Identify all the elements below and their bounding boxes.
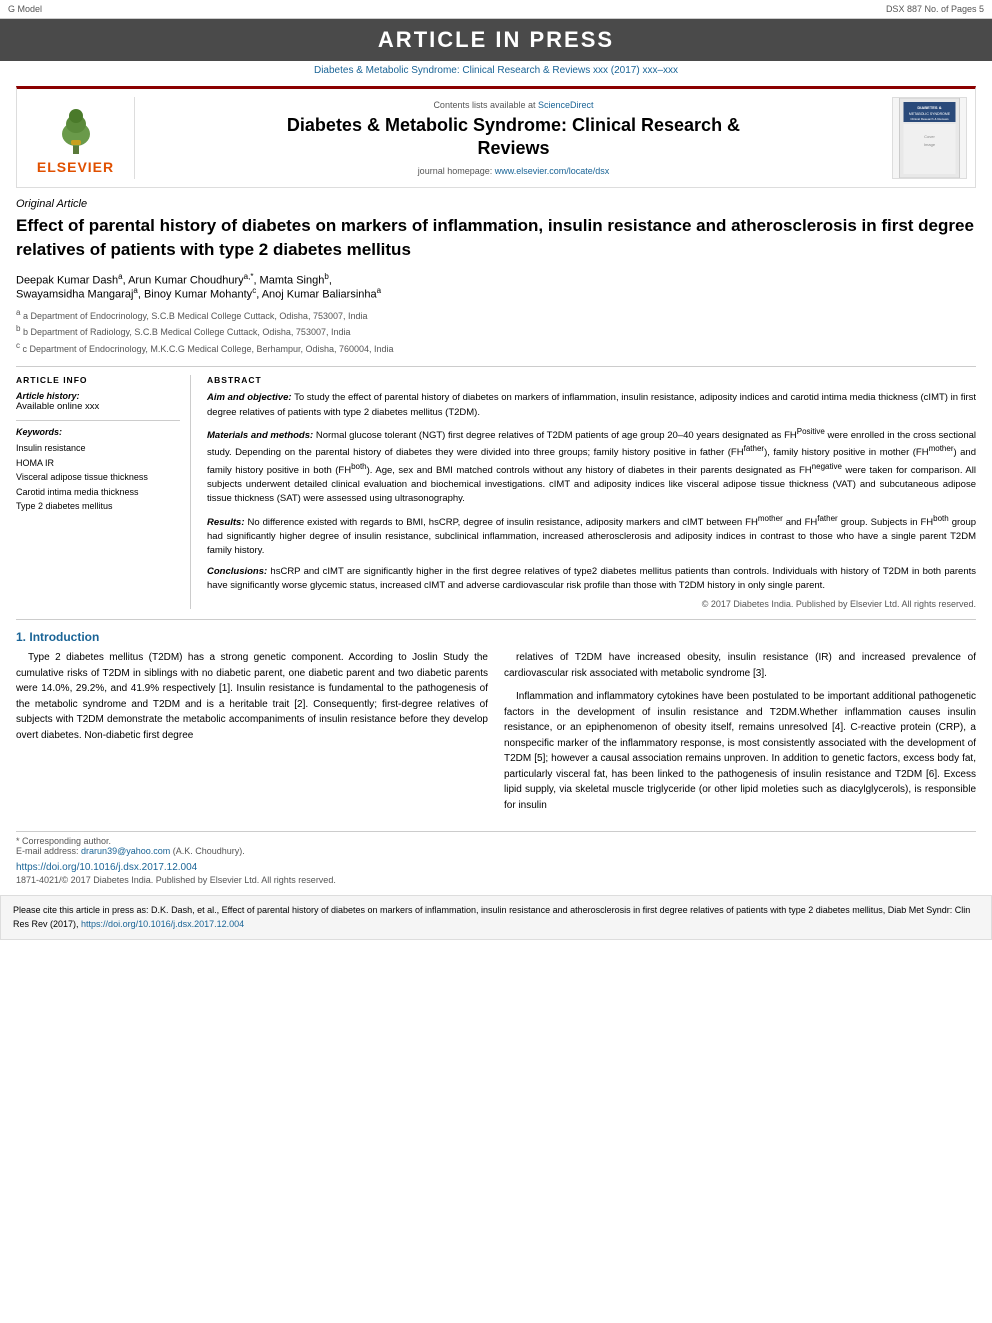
journal-cover-thumb: DIABETES & METABOLIC SYNDROME Clinical R… xyxy=(892,97,967,179)
intro-left-col: Type 2 diabetes mellitus (T2DM) has a st… xyxy=(16,650,488,821)
intro-right-col: relatives of T2DM have increased obesity… xyxy=(504,650,976,821)
g-model-label: G Model xyxy=(8,4,42,14)
aim-para: Aim and objective: To study the effect o… xyxy=(207,391,976,420)
footnote-area: * Corresponding author. E-mail address: … xyxy=(16,831,976,856)
top-meta-bar: G Model DSX 887 No. of Pages 5 xyxy=(0,0,992,19)
doi-rights-block: https://doi.org/10.1016/j.dsx.2017.12.00… xyxy=(16,862,976,885)
svg-text:Cover: Cover xyxy=(924,134,935,139)
corresponding-note: * Corresponding author. xyxy=(16,836,976,846)
intro-heading: 1. Introduction xyxy=(16,630,976,644)
affiliations: a a Department of Endocrinology, S.C.B M… xyxy=(16,307,976,357)
journal-link-bar: Diabetes & Metabolic Syndrome: Clinical … xyxy=(0,61,992,80)
page-wrapper: G Model DSX 887 No. of Pages 5 ARTICLE I… xyxy=(0,0,992,940)
journal-homepage-link[interactable]: www.elsevier.com/locate/dsx xyxy=(495,166,610,176)
doi-link[interactable]: https://doi.org/10.1016/j.dsx.2017.12.00… xyxy=(16,862,976,873)
main-content: Original Article Effect of parental hist… xyxy=(0,198,992,885)
abstract-text: Aim and objective: To study the effect o… xyxy=(207,391,976,593)
email-link[interactable]: drarun39@yahoo.com xyxy=(81,846,170,856)
elsevier-text: ELSEVIER xyxy=(37,159,114,175)
article-title: Effect of parental history of diabetes o… xyxy=(16,214,976,262)
elsevier-logo: ELSEVIER xyxy=(25,97,135,179)
intro-body: Type 2 diabetes mellitus (T2DM) has a st… xyxy=(16,650,976,821)
right-col: ABSTRACT Aim and objective: To study the… xyxy=(207,375,976,609)
svg-text:METABOLIC SYNDROME: METABOLIC SYNDROME xyxy=(909,112,951,116)
journal-title-block: Contents lists available at ScienceDirec… xyxy=(143,97,884,179)
copyright-line: © 2017 Diabetes India. Published by Else… xyxy=(207,599,976,609)
intro-para2: relatives of T2DM have increased obesity… xyxy=(504,650,976,681)
article-info-abstract: ARTICLE INFO Article history: Available … xyxy=(16,366,976,609)
methods-para: Materials and methods: Normal glucose to… xyxy=(207,426,976,507)
left-col: ARTICLE INFO Article history: Available … xyxy=(16,375,191,609)
intro-para1: Type 2 diabetes mellitus (T2DM) has a st… xyxy=(16,650,488,743)
article-info-label: ARTICLE INFO xyxy=(16,375,180,385)
authors: Deepak Kumar Dasha, Arun Kumar Choudhury… xyxy=(16,272,976,301)
article-in-press-banner: ARTICLE IN PRESS xyxy=(0,19,992,61)
abstract-label: ABSTRACT xyxy=(207,375,976,385)
article-history: Article history: Available online xxx xyxy=(16,391,180,412)
svg-text:Image: Image xyxy=(924,142,936,147)
keywords-section: Keywords: Insulin resistance HOMA IR Vis… xyxy=(16,427,180,513)
cover-image: DIABETES & METABOLIC SYNDROME Clinical R… xyxy=(897,98,962,178)
article-type: Original Article xyxy=(16,198,976,210)
svg-text:Clinical Research & Reviews: Clinical Research & Reviews xyxy=(910,117,949,121)
citation-box: Please cite this article in press as: D.… xyxy=(0,895,992,940)
journal-header: ELSEVIER Contents lists available at Sci… xyxy=(16,86,976,188)
contents-line: Contents lists available at ScienceDirec… xyxy=(143,100,884,110)
intro-para3: Inflammation and inflammatory cytokines … xyxy=(504,689,976,813)
sciencedirect-link[interactable]: ScienceDirect xyxy=(538,100,594,110)
citation-doi-link[interactable]: https://doi.org/10.1016/j.dsx.2017.12.00… xyxy=(81,919,244,929)
email-note: E-mail address: drarun39@yahoo.com (A.K.… xyxy=(16,846,976,856)
rights-line: 1871-4021/© 2017 Diabetes India. Publish… xyxy=(16,875,976,885)
results-para: Results: No difference existed with rega… xyxy=(207,513,976,559)
section-divider xyxy=(16,619,976,620)
svg-text:DIABETES &: DIABETES & xyxy=(917,105,941,110)
journal-title-main: Diabetes & Metabolic Syndrome: Clinical … xyxy=(143,114,884,161)
conclusions-para: Conclusions: hsCRP and cIMT are signific… xyxy=(207,565,976,594)
elsevier-tree-icon xyxy=(41,102,111,157)
journal-homepage: journal homepage: www.elsevier.com/locat… xyxy=(143,166,884,176)
dsx-label: DSX 887 No. of Pages 5 xyxy=(886,4,984,14)
